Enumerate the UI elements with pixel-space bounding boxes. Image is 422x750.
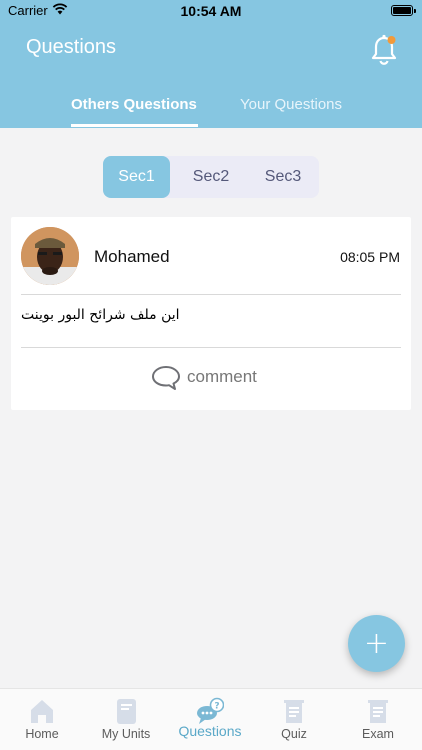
nav-item-my-units[interactable]: My Units <box>84 689 168 750</box>
question-tabs: Others Questions Your Questions <box>0 90 422 128</box>
quiz-icon <box>284 700 304 723</box>
nav-item-exam[interactable]: Exam <box>336 689 420 750</box>
app-header: Carrier 10:54 AM Questions Others Questi… <box>0 0 422 128</box>
section-button-sec3[interactable]: Sec3 <box>248 156 318 198</box>
svg-text:?: ? <box>214 702 219 712</box>
user-photo-icon <box>21 227 79 285</box>
notification-bell-icon[interactable] <box>368 32 400 68</box>
section-button-sec1[interactable]: Sec1 <box>103 156 170 198</box>
question-author: Mohamed <box>94 247 170 266</box>
card-divider <box>21 347 401 348</box>
add-question-button[interactable]: + <box>348 615 405 672</box>
question-card[interactable]: Mohamed 08:05 PM اين ملف شرائح البور بوي… <box>11 217 411 410</box>
question-text: اين ملف شرائح البور بوينت <box>21 307 180 323</box>
nav-item-home[interactable]: Home <box>0 689 84 750</box>
nav-label-home: Home <box>25 727 59 741</box>
nav-item-quiz[interactable]: Quiz <box>252 689 336 750</box>
comment-bubble-icon <box>152 366 180 390</box>
section-selector: Sec1 Sec2 Sec3 <box>103 156 319 198</box>
nav-label-exam: Exam <box>362 727 394 741</box>
nav-item-questions[interactable]: ? Questions <box>168 689 252 750</box>
status-time: 10:54 AM <box>180 3 242 19</box>
exam-icon <box>368 700 388 723</box>
section-button-sec2[interactable]: Sec2 <box>176 156 246 198</box>
page-title: Questions <box>26 36 117 58</box>
bottom-navigation: Home My Units ? Questions Quiz Exam <box>0 688 422 750</box>
active-tab-indicator <box>71 124 198 127</box>
home-icon <box>31 700 53 723</box>
avatar[interactable] <box>21 227 79 285</box>
card-divider <box>21 294 401 295</box>
question-time: 08:05 PM <box>340 249 400 265</box>
battery-icon <box>391 5 416 16</box>
nav-label-quiz: Quiz <box>281 727 307 741</box>
question-chat-icon: ? <box>197 697 224 724</box>
status-bar: Carrier 10:54 AM <box>0 0 422 22</box>
nav-label-questions: Questions <box>178 723 242 739</box>
tab-your-questions[interactable]: Your Questions <box>240 96 342 113</box>
nav-label-my-units: My Units <box>101 727 151 741</box>
book-icon <box>117 699 136 724</box>
comment-label: comment <box>187 367 257 386</box>
tab-others-questions[interactable]: Others Questions <box>71 96 197 113</box>
